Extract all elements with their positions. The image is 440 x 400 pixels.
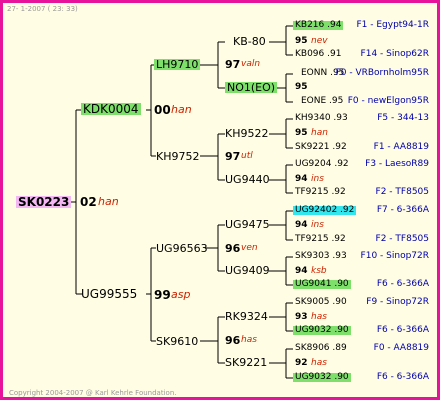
gen2-a-breed: valn (241, 59, 261, 69)
gen4-origin: F0 - AA8819 (373, 343, 429, 353)
root-breed: han (98, 195, 119, 208)
gen2-d-breed: has (241, 335, 257, 345)
gen3-b1-year: 95 (295, 128, 308, 138)
report-date: 27- 1-2007 ( 23: 33) (7, 5, 78, 13)
gen2-c-breed: ven (241, 243, 258, 253)
pedigree-frame: 27- 1-2007 ( 23: 33) Copyright 2004-2007… (0, 0, 440, 400)
gen4-id[interactable]: KB216 .94 (293, 21, 344, 30)
gen3-b2-breed: ins (311, 174, 324, 184)
gen4-origin: F6 - 6-366A (376, 325, 429, 335)
gen2-d-id[interactable]: SK9610 (156, 336, 198, 347)
gen4-origin: F6 - 6-366A (376, 279, 429, 289)
gen4-origin: F5 - 344-13 (377, 113, 429, 123)
gen3-b1-id[interactable]: KH9522 (225, 128, 268, 139)
gen3-c2-id[interactable]: UG9409 (225, 265, 270, 276)
gen3-a1-id[interactable]: KB-80 (233, 36, 266, 47)
gen1-top-id[interactable]: KDK0004 (81, 103, 141, 115)
gen3-a1-year: 95 (295, 36, 308, 46)
gen1-bottom-year: 99 (154, 288, 171, 302)
root-year: 02 (80, 195, 97, 209)
gen3-d1-year: 93 (295, 312, 308, 322)
gen4-origin: F3 - LaesoR89 (365, 159, 429, 169)
gen2-b-id[interactable]: KH9752 (156, 151, 199, 162)
gen1-bottom-breed: asp (171, 288, 191, 301)
gen4-origin: F2 - TF8505 (375, 234, 429, 244)
gen3-c2-breed: ksb (311, 266, 327, 276)
gen4-origin: F7 - 6-366A (376, 205, 429, 215)
gen4-id[interactable]: SK9221 .92 (295, 143, 347, 152)
gen4-id[interactable]: SK9303 .93 (295, 252, 347, 261)
gen2-a-year: 97 (225, 58, 241, 71)
gen3-a2-id[interactable]: NO1(EO) (225, 82, 278, 93)
gen3-b2-id[interactable]: UG9440 (225, 174, 270, 185)
gen2-b-year: 97 (225, 150, 241, 163)
gen3-c1-id[interactable]: UG9475 (225, 219, 270, 230)
gen3-d1-breed: has (311, 312, 327, 322)
gen4-id[interactable]: EONE .95 (301, 97, 343, 106)
gen1-top-year: 00 (154, 103, 171, 117)
gen4-origin: F0 - newElgon95R (347, 96, 429, 106)
gen4-origin: F1 - AA8819 (373, 142, 429, 152)
gen4-id[interactable]: KH9340 .93 (295, 114, 348, 123)
gen3-a1-breed: nev (311, 36, 328, 46)
gen4-id[interactable]: SK8906 .89 (295, 344, 347, 353)
gen4-origin: F6 - 6-366A (376, 372, 429, 382)
gen1-bottom-id[interactable]: UG99555 (81, 288, 137, 300)
gen3-a2-year: 95 (295, 82, 308, 92)
gen4-origin: F2 - TF8505 (375, 187, 429, 197)
gen4-id[interactable]: UG92402 .92 (293, 206, 357, 215)
gen4-id[interactable]: UG9032 .90 (293, 326, 351, 335)
gen4-origin: F0 - VRBornholm95R (335, 68, 429, 78)
gen3-c1-year: 94 (295, 220, 308, 230)
gen4-id[interactable]: KB096 .91 (295, 50, 341, 59)
gen2-d-year: 96 (225, 334, 241, 347)
gen4-id[interactable]: UG9032 .90 (293, 373, 351, 382)
gen3-d2-breed: has (311, 358, 327, 368)
gen4-id[interactable]: SK9005 .90 (295, 298, 347, 307)
gen3-c2-year: 94 (295, 266, 308, 276)
gen4-id[interactable]: TF9215 .92 (295, 188, 346, 197)
gen4-id[interactable]: UG9041 .90 (293, 280, 351, 289)
gen4-id[interactable]: TF9215 .92 (295, 235, 346, 244)
gen2-c-year: 96 (225, 242, 241, 255)
gen3-d1-id[interactable]: RK9324 (225, 311, 268, 322)
gen2-b-breed: utl (241, 151, 253, 161)
gen2-c-id[interactable]: UG96563 (156, 243, 208, 254)
gen4-origin: F1 - Egypt94-1R (356, 20, 429, 30)
copyright: Copyright 2004-2007 @ Karl Kehrle Founda… (9, 389, 177, 397)
gen3-b2-year: 94 (295, 174, 308, 184)
gen4-id[interactable]: UG9204 .92 (295, 160, 349, 169)
gen2-a-id[interactable]: LH9710 (154, 59, 201, 70)
gen3-b1-breed: han (311, 128, 328, 138)
gen4-origin: F14 - Sinop62R (360, 49, 429, 59)
gen1-top-breed: han (171, 103, 192, 116)
gen4-origin: F9 - Sinop72R (366, 297, 429, 307)
gen3-d2-year: 92 (295, 358, 308, 368)
gen3-c1-breed: ins (311, 220, 324, 230)
root-id[interactable]: SK0223 (16, 196, 72, 208)
gen4-origin: F10 - Sinop72R (360, 251, 429, 261)
gen3-d2-id[interactable]: SK9221 (225, 357, 267, 368)
